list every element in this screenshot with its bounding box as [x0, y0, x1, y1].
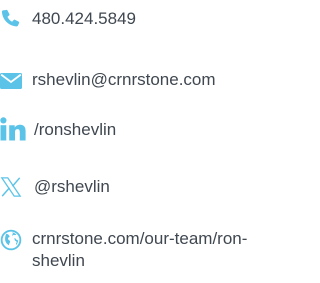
phone-number: 480.424.5849 [32, 9, 136, 28]
contact-card: 480.424.5849 rshevlin@crnrstone.com /ron… [0, 0, 280, 283]
phone-icon [0, 8, 22, 30]
x-handle: @rshevlin [34, 177, 110, 196]
email-link[interactable]: rshevlin@crnrstone.com [0, 69, 216, 92]
x-logo-icon [0, 176, 22, 198]
linkedin-link[interactable]: /ronshevlin [0, 117, 117, 141]
linkedin-handle: /ronshevlin [34, 120, 117, 139]
x-link[interactable]: @rshevlin [0, 176, 110, 198]
phone-link[interactable]: 480.424.5849 [0, 8, 136, 30]
email-address: rshevlin@crnrstone.com [32, 70, 216, 89]
website-url: crnrstone.com/our-team/ron-shevlin [32, 229, 248, 270]
linkedin-icon [0, 117, 26, 141]
envelope-icon [0, 70, 22, 92]
website-link[interactable]: crnrstone.com/our-team/ron-shevlin [0, 228, 272, 272]
globe-icon [0, 229, 22, 251]
